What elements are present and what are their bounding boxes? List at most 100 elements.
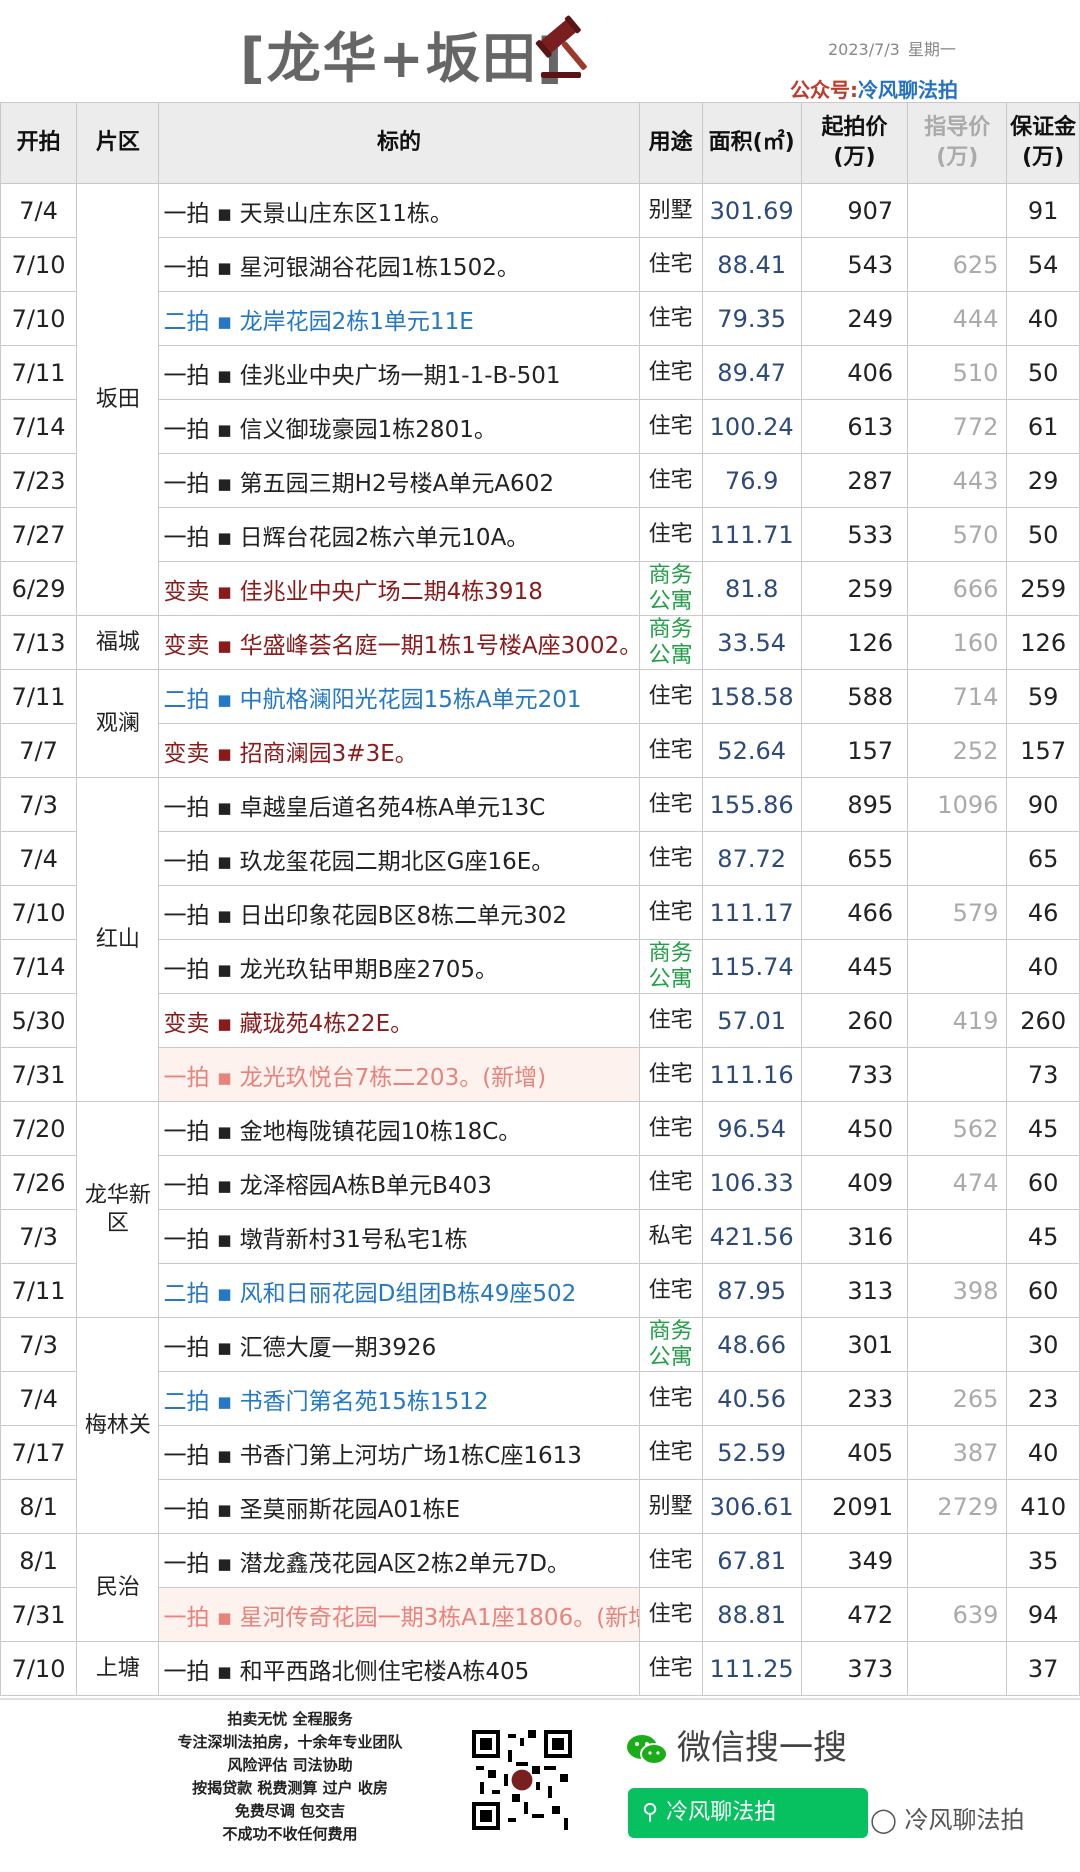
wechat-search-label: 微信搜一搜 xyxy=(625,1720,847,1769)
usage-cell: 住宅 xyxy=(638,399,703,454)
usage-cell: 住宅 xyxy=(638,993,703,1048)
guide-price-cell: 160 xyxy=(907,615,1008,670)
deposit-cell: 35 xyxy=(1006,1533,1080,1588)
promo-line: 风险评估 司法协助 xyxy=(227,1756,353,1774)
start-date-cell: 7/10 xyxy=(0,1641,78,1696)
deposit-cell: 59 xyxy=(1006,669,1080,724)
start-price-cell: 907 xyxy=(800,183,909,238)
guide-price-cell: 579 xyxy=(907,885,1008,940)
start-price-cell: 2091 xyxy=(800,1479,909,1534)
start-date-cell: 7/3 xyxy=(0,777,78,832)
table-row: 7/4 坂田 一拍 ▪ 天景山庄东区11栋。 别墅 301.69 907 91 xyxy=(0,183,1080,616)
area-cell: 111.17 xyxy=(701,885,802,940)
subject-cell: 一拍 ▪ 第五园三期H2号楼A单元A602 xyxy=(158,453,640,508)
area-cell: 115.74 xyxy=(701,939,802,994)
weekday-text: 星期一 xyxy=(907,40,956,59)
deposit-cell: 30 xyxy=(1006,1317,1080,1372)
subject-cell: 一拍 ▪ 玖龙玺花园二期北区G座16E。 xyxy=(158,831,640,886)
subject-cell: 一拍 ▪ 天景山庄东区11栋。 xyxy=(158,183,640,238)
deposit-cell: 60 xyxy=(1006,1155,1080,1210)
subject-cell: 一拍 ▪ 龙泽榕园A栋B单元B403 xyxy=(158,1155,640,1210)
table-row: 7/11 观澜 二拍 ▪ 中航格澜阳光花园15栋A单元201 住宅 158.58 588 7… xyxy=(0,669,1080,778)
guide-price-cell: 2729 xyxy=(907,1479,1008,1534)
guide-price-cell: 714 xyxy=(907,669,1008,724)
col-district: 片区 xyxy=(76,102,160,184)
deposit-cell: 61 xyxy=(1006,399,1080,454)
start-date-cell: 7/3 xyxy=(0,1317,78,1372)
subject-cell: 一拍 ▪ 星河银湖谷花园1栋1502。 xyxy=(158,237,640,292)
guide-price-cell xyxy=(907,1209,1008,1264)
usage-cell: 别墅 xyxy=(638,183,703,238)
qr-code[interactable] xyxy=(472,1730,572,1830)
start-date-cell: 7/14 xyxy=(0,399,78,454)
subject-cell: 一拍 ▪ 潜龙鑫茂花园A区2栋2单元7D。 xyxy=(158,1533,640,1588)
start-price-cell: 249 xyxy=(800,291,909,346)
district-cell: 梅林关 xyxy=(76,1317,160,1534)
start-price-cell: 533 xyxy=(800,507,909,562)
table-row: 6/29 变卖 ▪ 佳兆业中央广场二期4栋3918 商务公寓 81.8 259 666 25… xyxy=(0,561,1080,616)
start-price-cell: 613 xyxy=(800,399,909,454)
guide-price-cell xyxy=(907,831,1008,886)
start-date-cell: 7/31 xyxy=(0,1587,78,1642)
table-row: 7/3 梅林关 一拍 ▪ 汇德大厦一期3926 商务公寓 48.66 301 30 xyxy=(0,1317,1080,1534)
table-row: 7/26 一拍 ▪ 龙泽榕园A栋B单元B403 住宅 106.33 409 474 60 xyxy=(0,1155,1080,1210)
guide-price-cell: 1096 xyxy=(907,777,1008,832)
start-price-cell: 233 xyxy=(800,1371,909,1426)
district-cell: 民治 xyxy=(76,1533,160,1642)
area-cell: 111.25 xyxy=(701,1641,802,1696)
table-row: 7/11 二拍 ▪ 风和日丽花园D组团B栋49座502 住宅 87.95 313 398 6… xyxy=(0,1263,1080,1318)
table-row: 7/7 变卖 ▪ 招商澜园3#3E。 住宅 52.64 157 252 157 xyxy=(0,723,1080,778)
usage-cell: 商务公寓 xyxy=(638,1317,703,1372)
subject-cell: 变卖 ▪ 藏珑苑4栋22E。 xyxy=(158,993,640,1048)
start-date-cell: 7/10 xyxy=(0,885,78,940)
table-body: 7/4 坂田 一拍 ▪ 天景山庄东区11栋。 别墅 301.69 907 91 7/10 一拍 … xyxy=(0,183,1080,1696)
area-cell: 52.64 xyxy=(701,723,802,778)
subject-cell: 变卖 ▪ 华盛峰荟名庭一期1栋1号楼A座3002。 xyxy=(158,615,640,670)
deposit-cell: 65 xyxy=(1006,831,1080,886)
subject-cell: 二拍 ▪ 风和日丽花园D组团B栋49座502 xyxy=(158,1263,640,1318)
start-date-cell: 7/31 xyxy=(0,1047,78,1102)
subject-cell: 一拍 ▪ 龙光玖钻甲期B座2705。 xyxy=(158,939,640,994)
official-account: 公众号:冷风聊法拍 xyxy=(790,74,958,103)
col-area: 面积(㎡) xyxy=(701,102,802,184)
auction-table: 开拍 片区 标的 用途 面积(㎡) 起拍价(万) 指导价(万) 保证金(万) 7… xyxy=(0,102,1080,1696)
area-cell: 155.86 xyxy=(701,777,802,832)
guide-price-cell xyxy=(907,1533,1008,1588)
district-cell: 坂田 xyxy=(76,183,160,616)
usage-cell: 住宅 xyxy=(638,1641,703,1696)
table-row: 7/23 一拍 ▪ 第五园三期H2号楼A单元A602 住宅 76.9 287 443 29 xyxy=(0,453,1080,508)
gavel-icon xyxy=(535,15,587,78)
start-date-cell: 7/10 xyxy=(0,237,78,292)
footer: 拍卖无忧 全程服务 专注深圳法拍房，十余年专业团队 风险评估 司法协助 按揭贷款… xyxy=(0,1698,1080,1872)
start-date-cell: 8/1 xyxy=(0,1479,78,1534)
start-date-cell: 7/17 xyxy=(0,1425,78,1480)
subject-cell: 一拍 ▪ 日辉台花园2栋六单元10A。 xyxy=(158,507,640,562)
guide-price-cell: 570 xyxy=(907,507,1008,562)
guide-price-cell xyxy=(907,939,1008,994)
wechat-search-button[interactable]: ⚲ 冷风聊法拍 xyxy=(628,1788,868,1838)
start-date-cell: 7/26 xyxy=(0,1155,78,1210)
table-row: 7/14 一拍 ▪ 信义御珑豪园1栋2801。 住宅 100.24 613 772 61 xyxy=(0,399,1080,454)
usage-cell: 私宅 xyxy=(638,1209,703,1264)
guide-price-cell: 444 xyxy=(907,291,1008,346)
usage-cell: 住宅 xyxy=(638,885,703,940)
guide-price-cell: 474 xyxy=(907,1155,1008,1210)
start-date-cell: 7/11 xyxy=(0,345,78,400)
table-row: 7/10 上塘 一拍 ▪ 和平西路北侧住宅楼A栋405 住宅 111.25 373 37 xyxy=(0,1641,1080,1696)
table-row: 7/3 红山 一拍 ▪ 卓越皇后道名苑4栋A单元13C 住宅 155.86 895 1096… xyxy=(0,777,1080,1102)
table-row: 7/4 一拍 ▪ 玖龙玺花园二期北区G座16E。 住宅 87.72 655 65 xyxy=(0,831,1080,886)
watermark-text: 冷风聊法拍 xyxy=(904,1806,1025,1834)
usage-cell: 住宅 xyxy=(638,1587,703,1642)
start-date-cell: 7/4 xyxy=(0,831,78,886)
usage-cell: 住宅 xyxy=(638,831,703,886)
area-cell: 89.47 xyxy=(701,345,802,400)
usage-cell: 商务公寓 xyxy=(638,939,703,994)
district-cell: 福城 xyxy=(76,615,160,670)
table-row: 7/27 一拍 ▪ 日辉台花园2栋六单元10A。 住宅 111.71 533 570 50 xyxy=(0,507,1080,562)
start-date-cell: 7/11 xyxy=(0,669,78,724)
start-date-cell: 8/1 xyxy=(0,1533,78,1588)
area-cell: 57.01 xyxy=(701,993,802,1048)
col-start-price: 起拍价(万) xyxy=(800,102,909,184)
district-cell: 红山 xyxy=(76,777,160,1102)
subject-cell: 一拍 ▪ 和平西路北侧住宅楼A栋405 xyxy=(158,1641,640,1696)
